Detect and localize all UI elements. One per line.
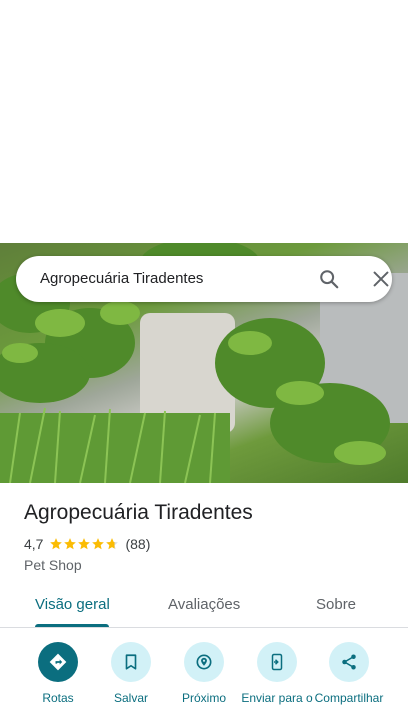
action-bar: Rotas Salvar Próximo Enviar para o Compa…: [0, 640, 408, 726]
save-button[interactable]: Salvar: [95, 642, 167, 705]
place-tabs: Visão geral Avaliações Sobre: [0, 585, 408, 628]
directions-icon: [38, 642, 78, 682]
star-icon: [106, 538, 119, 550]
bookmark-icon: [111, 642, 151, 682]
rating-row[interactable]: 4,7 (88): [24, 536, 150, 552]
search-input[interactable]: Agropecuária Tiradentes: [40, 270, 203, 287]
review-count: (88): [125, 536, 151, 552]
rating-value: 4,7: [24, 536, 44, 552]
place-category: Pet Shop: [24, 557, 82, 573]
nearby-label: Próximo: [181, 691, 226, 705]
star-icon: [50, 538, 63, 550]
search-icon[interactable]: [318, 268, 340, 290]
share-icon: [329, 642, 369, 682]
share-label: Compartilhar: [314, 691, 384, 705]
share-button[interactable]: Compartilhar: [313, 642, 385, 705]
star-icon: [92, 538, 105, 550]
nearby-button[interactable]: Próximo: [168, 642, 240, 705]
tab-overview[interactable]: Visão geral: [35, 596, 110, 613]
send-to-phone-label: Enviar para o: [241, 691, 313, 705]
directions-button[interactable]: Rotas: [22, 642, 94, 705]
send-to-phone-button[interactable]: Enviar para o: [241, 642, 313, 705]
place-title: Agropecuária Tiradentes: [24, 501, 253, 524]
search-bar[interactable]: Agropecuária Tiradentes: [16, 256, 392, 302]
save-label: Salvar: [113, 691, 148, 705]
close-icon[interactable]: [370, 268, 392, 290]
star-rating: [49, 537, 119, 551]
tab-about[interactable]: Sobre: [316, 596, 356, 613]
active-tab-indicator: [35, 624, 109, 627]
directions-label: Rotas: [42, 691, 74, 705]
star-icon: [64, 538, 77, 550]
nearby-icon: [184, 642, 224, 682]
tab-reviews[interactable]: Avaliações: [168, 596, 240, 613]
star-icon: [78, 538, 91, 550]
send-to-phone-icon: [257, 642, 297, 682]
